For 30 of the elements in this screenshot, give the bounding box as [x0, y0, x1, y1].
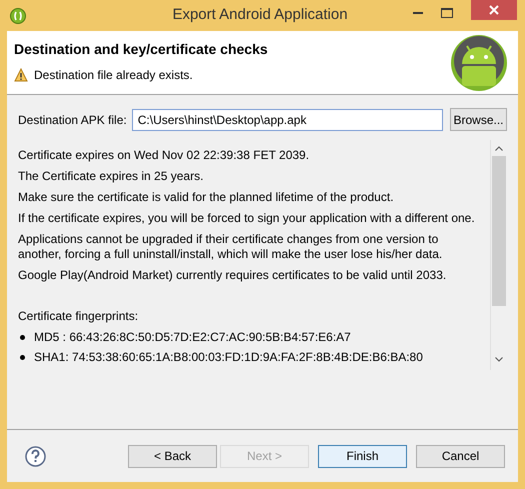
fingerprint-text: MD5 : 66:43:26:8C:50:D5:7D:E2:C7:AC:90:5B:B4:57:E6:A7: [34, 330, 351, 345]
scroll-down-icon[interactable]: [495, 357, 503, 362]
maximize-icon[interactable]: [441, 8, 453, 18]
info-paragraph: If the certificate expires, you will be forced to sign your application with a different one.: [18, 211, 476, 226]
info-paragraph: Certificate expires on Wed Nov 02 22:39:38 FET 2039.: [18, 148, 310, 163]
close-button[interactable]: [471, 0, 517, 20]
dialog-button[interactable]: < Back: [128, 444, 217, 468]
field-label: Destination APK file:: [18, 112, 127, 128]
scroll-up-icon[interactable]: [495, 146, 503, 151]
warning-icon: [14, 68, 28, 82]
window-title: Export Android Application: [171, 5, 349, 26]
page-title: Destination and key/certificate checks: [14, 40, 268, 59]
dialog-button[interactable]: Cancel: [416, 444, 505, 468]
section-heading: Certificate fingerprints:: [18, 309, 140, 324]
default-button[interactable]: Finish: [318, 444, 407, 468]
info-paragraph: Make sure the certificate is valid for the planned lifetime of the product.: [18, 190, 395, 205]
browse-button[interactable]: Browse...: [450, 108, 507, 131]
bullet-icon: [20, 355, 25, 360]
close-icon[interactable]: [489, 5, 499, 15]
warning-message: Destination file already exists.: [34, 67, 193, 84]
info-paragraph: Google Play(Android Market) currently requires certificates to be valid until 2033.: [18, 268, 448, 283]
fingerprint-text: SHA1: 74:53:38:60:65:1A:B8:00:03:FD:1D:9A:FA:2F:8B:4B:DE:B6:BA:80: [34, 350, 423, 365]
destination-field[interactable]: C:\Users\hinst\Desktop\app.apk: [132, 108, 443, 130]
help-icon[interactable]: [25, 446, 46, 466]
scroll-thumb[interactable]: [492, 156, 506, 306]
bullet-icon: [20, 335, 25, 340]
info-paragraph: The Certificate expires in 25 years.: [18, 169, 204, 184]
android-logo: [450, 34, 508, 92]
app-icon: [10, 8, 26, 24]
info-paragraph: Applications cannot be upgraded if their certificate changes from one version to another, forcing a full uninstall/install, which will make the user lose his/her data.: [18, 232, 444, 262]
